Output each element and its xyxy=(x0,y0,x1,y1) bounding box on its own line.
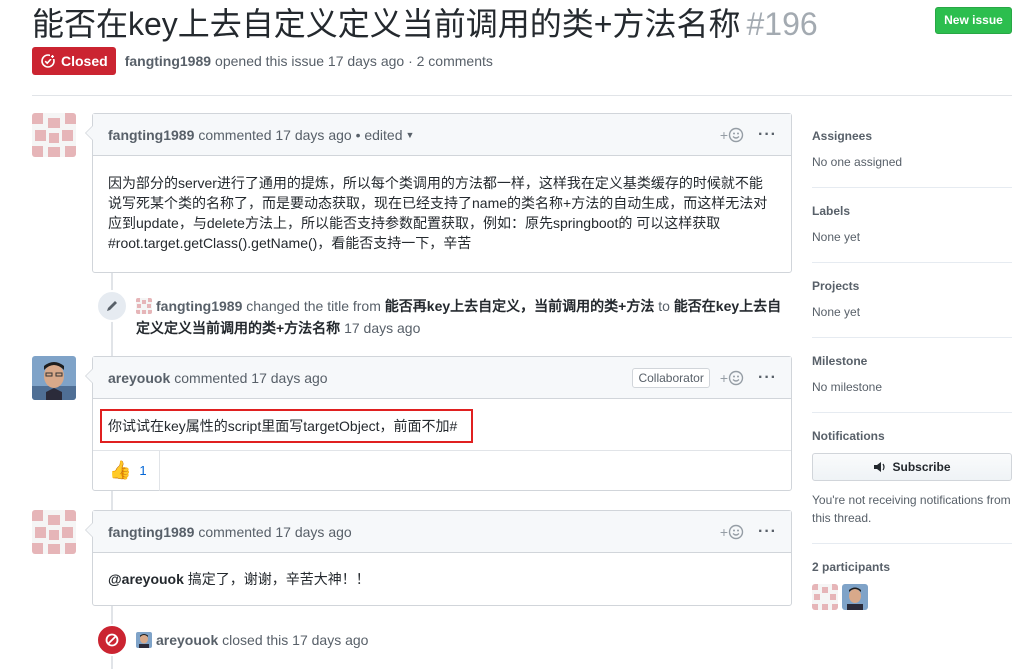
projects-value: None yet xyxy=(812,305,861,319)
milestone-heading[interactable]: Milestone xyxy=(812,352,1012,370)
user-mention[interactable]: @areyouok xyxy=(108,571,184,587)
highlighted-comment-body: 你试试在key属性的script里面写targetObject，前面不加# xyxy=(100,409,474,443)
comment-3-header: fangting1989 commented 17 days ago + ··· xyxy=(93,511,791,553)
event-time[interactable]: 17 days ago xyxy=(344,320,420,336)
speaker-icon xyxy=(874,462,886,472)
comment-author[interactable]: areyouok xyxy=(108,370,170,386)
issue-number: #196 xyxy=(746,6,818,42)
labels-heading[interactable]: Labels xyxy=(812,202,1012,220)
chevron-down-icon[interactable]: ▼ xyxy=(406,130,415,140)
state-badge: Closed xyxy=(32,47,116,75)
issue-closed-icon xyxy=(41,54,55,68)
participant-avatar-fangting1989[interactable] xyxy=(812,584,838,610)
milestone-value: No milestone xyxy=(812,380,883,394)
projects-heading[interactable]: Projects xyxy=(812,277,1012,295)
event-author[interactable]: areyouok xyxy=(156,632,218,648)
comment-1: fangting1989 commented 17 days ago • edi… xyxy=(85,113,792,273)
avatar-areyouok[interactable] xyxy=(32,356,76,400)
comment-2-header: areyouok commented 17 days ago Collabora… xyxy=(93,357,791,399)
mini-avatar-areyouok[interactable] xyxy=(136,632,152,649)
event-action: closed this 17 days ago xyxy=(222,632,369,648)
add-reaction-button[interactable]: + xyxy=(720,370,744,386)
smiley-icon xyxy=(728,127,744,143)
more-options-icon[interactable]: ··· xyxy=(758,369,777,387)
add-reaction-button[interactable]: + xyxy=(720,524,744,540)
closed-event: areyouok closed this 17 days ago xyxy=(96,624,368,656)
assignees-value: No one assigned xyxy=(812,155,903,169)
thumbs-up-reaction[interactable]: 👍 1 xyxy=(93,450,160,491)
comment-body: 因为部分的server进行了通用的提炼，所以每个类调用的方法都一样，这样我在定义… xyxy=(108,175,768,251)
comment-body: 搞定了，谢谢，辛苦大神！！ xyxy=(183,571,370,587)
issue-sidebar: Assignees No one assigned Labels None ye… xyxy=(812,113,1012,626)
assignees-section: Assignees No one assigned xyxy=(812,113,1012,188)
labels-value: None yet xyxy=(812,230,861,244)
comment-1-header: fangting1989 commented 17 days ago • edi… xyxy=(93,114,791,156)
comment-2: areyouok commented 17 days ago Collabora… xyxy=(85,356,792,491)
event-author[interactable]: fangting1989 xyxy=(156,298,242,314)
participants-list xyxy=(812,584,1012,610)
rename-event: fangting1989 changed the title from 能否再k… xyxy=(96,290,786,339)
issue-title-text: 能否在key上去自定义定义当前调用的类+方法名称 xyxy=(32,6,741,42)
notifications-section: Notifications Subscribe You're not recei… xyxy=(812,413,1012,544)
subscribe-button[interactable]: Subscribe xyxy=(812,453,1012,481)
reaction-count: 1 xyxy=(139,463,147,478)
assignees-heading[interactable]: Assignees xyxy=(812,127,1012,145)
more-options-icon[interactable]: ··· xyxy=(758,523,777,541)
notifications-heading: Notifications xyxy=(812,429,885,443)
comment-author[interactable]: fangting1989 xyxy=(108,127,194,143)
event-action: changed the title from xyxy=(246,298,381,314)
comment-3: fangting1989 commented 17 days ago + ···… xyxy=(85,510,792,606)
notifications-note: You're not receiving notifications from … xyxy=(812,493,1011,525)
pencil-icon xyxy=(96,290,128,322)
issue-title: 能否在key上去自定义定义当前调用的类+方法名称 #196 xyxy=(32,2,818,46)
state-label: Closed xyxy=(61,53,108,69)
participant-avatar-areyouok[interactable] xyxy=(842,584,868,610)
add-reaction-button[interactable]: + xyxy=(720,127,744,143)
closed-circle-slash-icon xyxy=(96,624,128,656)
new-issue-button[interactable]: New issue xyxy=(935,7,1012,34)
avatar-fangting1989[interactable] xyxy=(32,113,76,157)
reactions-bar: 👍 1 xyxy=(93,450,791,491)
issue-opened-text: opened this issue 17 days ago · 2 commen… xyxy=(215,53,493,69)
milestone-section: Milestone No milestone xyxy=(812,338,1012,413)
comment-meta[interactable]: commented 17 days ago xyxy=(198,524,351,540)
event-to: to xyxy=(658,298,670,314)
comment-meta[interactable]: commented 17 days ago xyxy=(174,370,327,386)
labels-section: Labels None yet xyxy=(812,188,1012,263)
participants-heading: 2 participants xyxy=(812,560,891,574)
more-options-icon[interactable]: ··· xyxy=(758,126,777,144)
smiley-icon xyxy=(728,524,744,540)
mini-avatar-fangting1989[interactable] xyxy=(136,298,152,315)
projects-section: Projects None yet xyxy=(812,263,1012,338)
subscribe-label: Subscribe xyxy=(892,460,951,474)
comment-meta[interactable]: commented 17 days ago • edited xyxy=(198,127,402,143)
issue-meta: Closed fangting1989 opened this issue 17… xyxy=(32,47,493,75)
avatar-fangting1989[interactable] xyxy=(32,510,76,554)
thumbs-up-icon: 👍 xyxy=(109,460,132,480)
participants-section: 2 participants xyxy=(812,544,1012,626)
old-title: 能否再key上去自定义，当前调用的类+方法 xyxy=(384,298,655,314)
header-divider xyxy=(32,95,1012,96)
comment-author[interactable]: fangting1989 xyxy=(108,524,194,540)
issue-author-link[interactable]: fangting1989 xyxy=(125,53,211,69)
smiley-icon xyxy=(728,370,744,386)
collaborator-badge: Collaborator xyxy=(632,368,710,388)
